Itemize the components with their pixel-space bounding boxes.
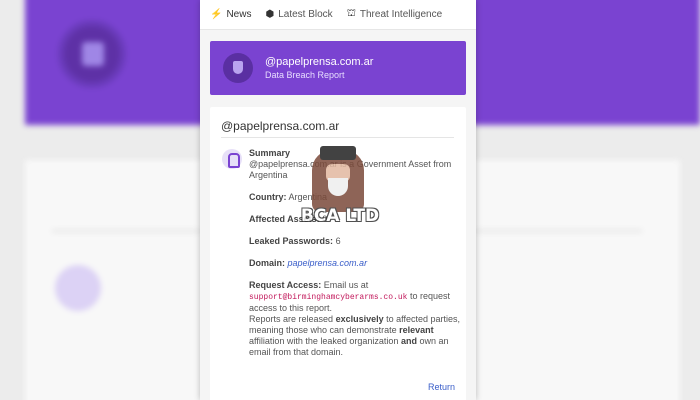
tab-latest-block-label: Latest Block (278, 9, 333, 20)
report-title: @papelprensa.com.ar (221, 119, 340, 133)
watermark-logo: BCA LTD (290, 146, 390, 240)
tab-threat-intelligence-label: Threat Intelligence (359, 9, 443, 20)
release-exclusively: exclusively (335, 314, 384, 324)
lock-icon (222, 149, 242, 169)
tab-latest-block[interactable]: ⬢ Latest Block (265, 9, 332, 20)
shield-icon: ⛫ (346, 8, 356, 19)
watermark-text: BCA LTD (300, 206, 380, 226)
support-email-link[interactable]: support@birminghamcyberarms.co.uk (249, 293, 407, 302)
release-text-3: affiliation with the leaked organization (249, 336, 399, 346)
tab-news[interactable]: ⚡ News (210, 9, 251, 20)
cube-icon: ⬢ (265, 9, 275, 20)
request-access: Request Access: Email us at support@birm… (249, 280, 461, 358)
header-title: @papelprensa.com.ar (265, 56, 374, 68)
release-and: and (400, 336, 417, 346)
bg-lock-icon (55, 265, 101, 311)
tab-bar: ⚡ News ⬢ Latest Block ⛫ Threat Intellige… (200, 0, 476, 30)
request-label: Request Access: (249, 280, 322, 290)
country-label: Country: (249, 192, 287, 202)
release-text-1: Reports are released (249, 314, 334, 324)
return-link[interactable]: Return (428, 382, 455, 392)
header-subtitle: Data Breach Report (265, 70, 345, 80)
lock-badge-icon (223, 53, 253, 83)
report-divider (221, 137, 454, 138)
domain-row: Domain: papelprensa.com.ar (249, 258, 461, 269)
watermark-hat (320, 146, 356, 160)
tab-threat-intelligence[interactable]: ⛫ Threat Intelligence (347, 8, 442, 21)
bg-badge-icon (58, 20, 126, 88)
release-relevant: relevant (399, 325, 434, 335)
request-text-1: Email us at (323, 280, 369, 290)
breach-header-card: @papelprensa.com.ar Data Breach Report (210, 41, 466, 95)
domain-link[interactable]: papelprensa.com.ar (288, 258, 368, 268)
bolt-icon: ⚡ (210, 9, 223, 20)
tab-news-label: News (226, 9, 252, 20)
domain-label: Domain: (249, 258, 285, 268)
